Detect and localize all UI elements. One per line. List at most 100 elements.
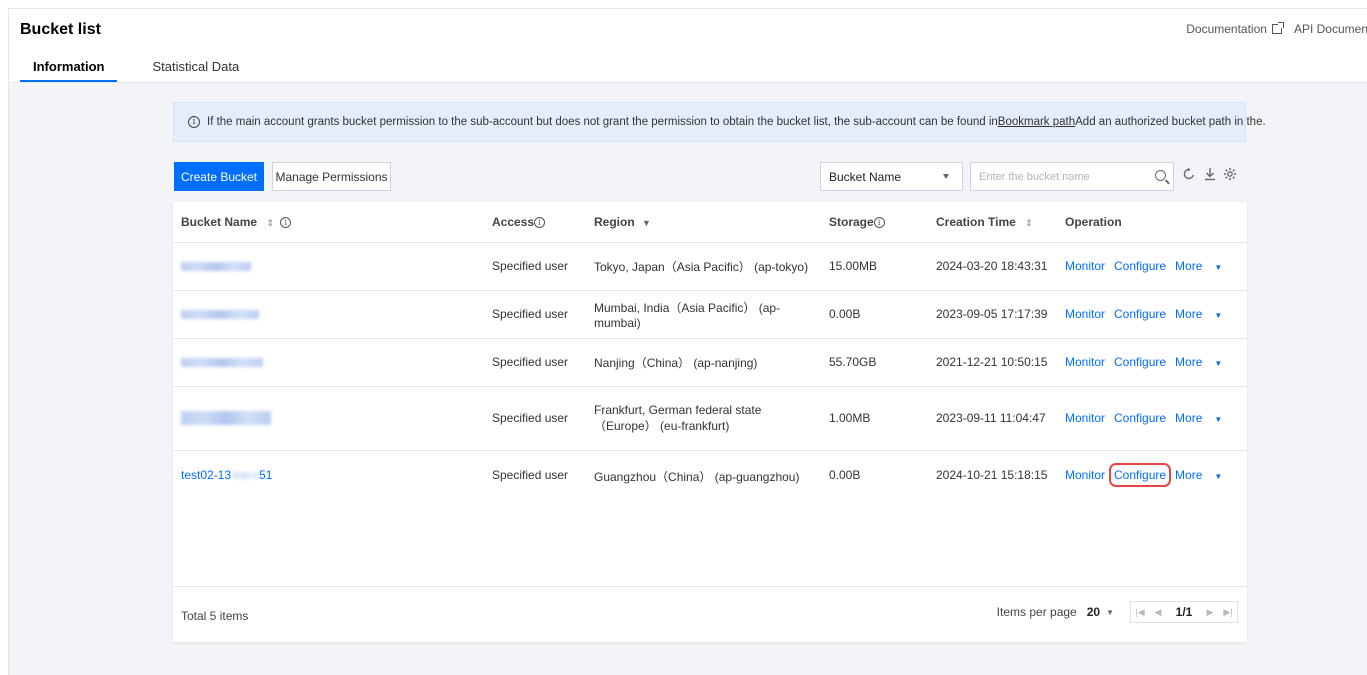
more-dropdown[interactable]: More ▼	[1175, 259, 1231, 273]
table-footer: Total 5 items Items per page 20 ▼ |◀ ◀ 1…	[173, 586, 1247, 642]
documentation-link-label: Documentation	[1186, 22, 1267, 36]
access-cell: Specified user	[484, 338, 586, 387]
bucket-name-cell[interactable]: test02-13 51	[173, 450, 484, 498]
more-dropdown[interactable]: More ▼	[1175, 411, 1231, 425]
creation-time-cell: 2023-09-05 17:17:39	[928, 290, 1057, 339]
more-dropdown[interactable]: More ▼	[1175, 468, 1231, 482]
items-per-page-select[interactable]: 20	[1087, 605, 1100, 619]
col-bucket-name[interactable]: Bucket Name ⇕ i	[173, 202, 484, 243]
redacted-bucket-name[interactable]	[181, 262, 251, 272]
creation-time-cell: 2021-12-21 10:50:15	[928, 338, 1057, 387]
table-row: Specified user Tokyo, Japan（Asia Pacific…	[173, 242, 1247, 291]
configure-link[interactable]: Configure	[1114, 355, 1166, 369]
configure-link[interactable]: Configure	[1114, 259, 1166, 273]
access-cell: Specified user	[492, 467, 569, 482]
api-documentation-link[interactable]: API Documen	[1294, 22, 1367, 36]
monitor-link[interactable]: Monitor	[1065, 259, 1105, 273]
manage-permissions-button[interactable]: Manage Permissions	[272, 162, 391, 191]
notice-text-after: Add an authorized bucket path in the.	[1075, 116, 1266, 128]
redacted-bucket-name[interactable]	[181, 310, 259, 320]
search-input[interactable]	[971, 163, 1141, 190]
col-operation: Operation	[1057, 202, 1247, 243]
download-icon[interactable]	[1202, 167, 1218, 185]
access-cell: Specified user	[484, 290, 586, 339]
table-header-row: Bucket Name ⇕ i Access i Region ▼ Storage…	[173, 202, 1247, 243]
bucket-table-card: Bucket Name ⇕ i Access i Region ▼ Storage…	[173, 202, 1247, 642]
col-creation-time[interactable]: Creation Time ⇕	[928, 202, 1057, 243]
col-storage: Storage i	[821, 202, 928, 243]
access-cell: Specified user	[484, 242, 586, 291]
col-region-label: Region	[594, 214, 635, 229]
bucket-name-cell[interactable]	[173, 386, 484, 451]
filter-icon[interactable]: ▼	[642, 218, 651, 228]
configure-link-highlighted[interactable]: Configure	[1109, 462, 1172, 487]
region-cell: Nanjing（China） (ap-nanjing)	[586, 338, 821, 387]
configure-link[interactable]: Configure	[1114, 411, 1166, 425]
prev-page-icon[interactable]: ◀	[1149, 607, 1167, 618]
creation-time-cell: 2024-03-20 18:43:31	[928, 242, 1057, 291]
bucket-name-cell[interactable]	[173, 338, 484, 387]
more-dropdown[interactable]: More ▼	[1175, 355, 1231, 369]
storage-cell: 0.00B	[829, 467, 861, 482]
operation-cell: Monitor Configure More ▼	[1057, 338, 1247, 387]
monitor-link[interactable]: Monitor	[1065, 307, 1105, 321]
storage-cell: 55.70GB	[821, 338, 928, 387]
info-icon[interactable]: i	[534, 217, 546, 229]
more-label: More	[1175, 307, 1203, 321]
api-documentation-link-label: API Documen	[1293, 22, 1367, 36]
refresh-icon[interactable]	[1181, 167, 1197, 185]
tab-information[interactable]: Information	[20, 59, 117, 82]
total-items: Total 5 items	[181, 609, 249, 623]
info-icon[interactable]: i	[280, 217, 292, 229]
notice-text-before: If the main account grants bucket permis…	[207, 116, 998, 128]
storage-cell: 1.00MB	[821, 386, 928, 451]
bucket-name-cell[interactable]	[173, 290, 484, 339]
caret-down-icon: ▼	[1214, 311, 1223, 320]
documentation-link[interactable]: Documentation	[1186, 22, 1284, 36]
more-label: More	[1175, 411, 1203, 425]
bucket-name-cell[interactable]	[173, 242, 484, 291]
access-cell: Specified user	[484, 386, 586, 451]
monitor-link[interactable]: Monitor	[1065, 468, 1105, 482]
region-cell: Tokyo, Japan（Asia Pacific） (ap-tokyo)	[586, 242, 821, 291]
region-cell: Frankfurt, German federal state（Europe） …	[586, 386, 821, 451]
region-cell: Guangzhou（China） (ap-guangzhou)	[594, 469, 800, 484]
table-row: Specified user Nanjing（China） (ap-nanjin…	[173, 338, 1247, 387]
settings-icon[interactable]	[1222, 167, 1238, 185]
redacted-bucket-name[interactable]	[181, 358, 263, 368]
pagination: Items per page 20 ▼ |◀ ◀ 1/1 ▶ ▶|	[997, 601, 1238, 623]
redacted-bucket-name[interactable]	[181, 411, 271, 426]
tab-statistical-data[interactable]: Statistical Data	[153, 59, 240, 81]
info-icon[interactable]: i	[873, 217, 885, 229]
next-page-icon[interactable]: ▶	[1201, 607, 1219, 618]
last-page-icon[interactable]: ▶|	[1219, 607, 1237, 618]
storage-cell: 0.00B	[821, 290, 928, 339]
page-title: Bucket list	[20, 21, 101, 38]
table-row: Specified user Mumbai, India（Asia Pacifi…	[173, 290, 1247, 339]
top-links: Documentation API Documen	[1174, 22, 1367, 36]
redacted-segment	[232, 471, 259, 479]
create-bucket-button[interactable]: Create Bucket	[174, 162, 264, 191]
region-cell: Mumbai, India（Asia Pacific） (ap-mumbai)	[586, 290, 821, 339]
chevron-down-icon	[943, 174, 949, 179]
filter-field-select[interactable]: Bucket Name	[820, 162, 963, 191]
bucket-table: Bucket Name ⇕ i Access i Region ▼ Storage…	[173, 202, 1247, 498]
more-dropdown[interactable]: More ▼	[1175, 307, 1231, 321]
chevron-down-icon[interactable]: ▼	[1106, 608, 1114, 617]
configure-link[interactable]: Configure	[1114, 307, 1166, 321]
bookmark-path-link[interactable]: Bookmark path	[998, 116, 1075, 128]
search-box	[970, 162, 1174, 191]
operation-cell: Monitor Configure More ▼	[1057, 290, 1247, 339]
first-page-icon[interactable]: |◀	[1131, 607, 1149, 618]
info-notice: i If the main account grants bucket perm…	[173, 102, 1266, 142]
sort-icon[interactable]: ⇕	[1025, 218, 1033, 228]
search-icon[interactable]	[1155, 170, 1166, 181]
page-navigator: |◀ ◀ 1/1 ▶ ▶|	[1130, 601, 1238, 623]
monitor-link[interactable]: Monitor	[1065, 355, 1105, 369]
monitor-link[interactable]: Monitor	[1065, 411, 1105, 425]
bucket-name-link[interactable]: test02-13 51	[181, 468, 272, 482]
external-link-icon	[1271, 22, 1284, 34]
sort-icon[interactable]: ⇕	[266, 218, 274, 228]
operation-cell: Monitor Configure More ▼	[1057, 386, 1247, 451]
col-access-label: Access	[492, 214, 535, 229]
